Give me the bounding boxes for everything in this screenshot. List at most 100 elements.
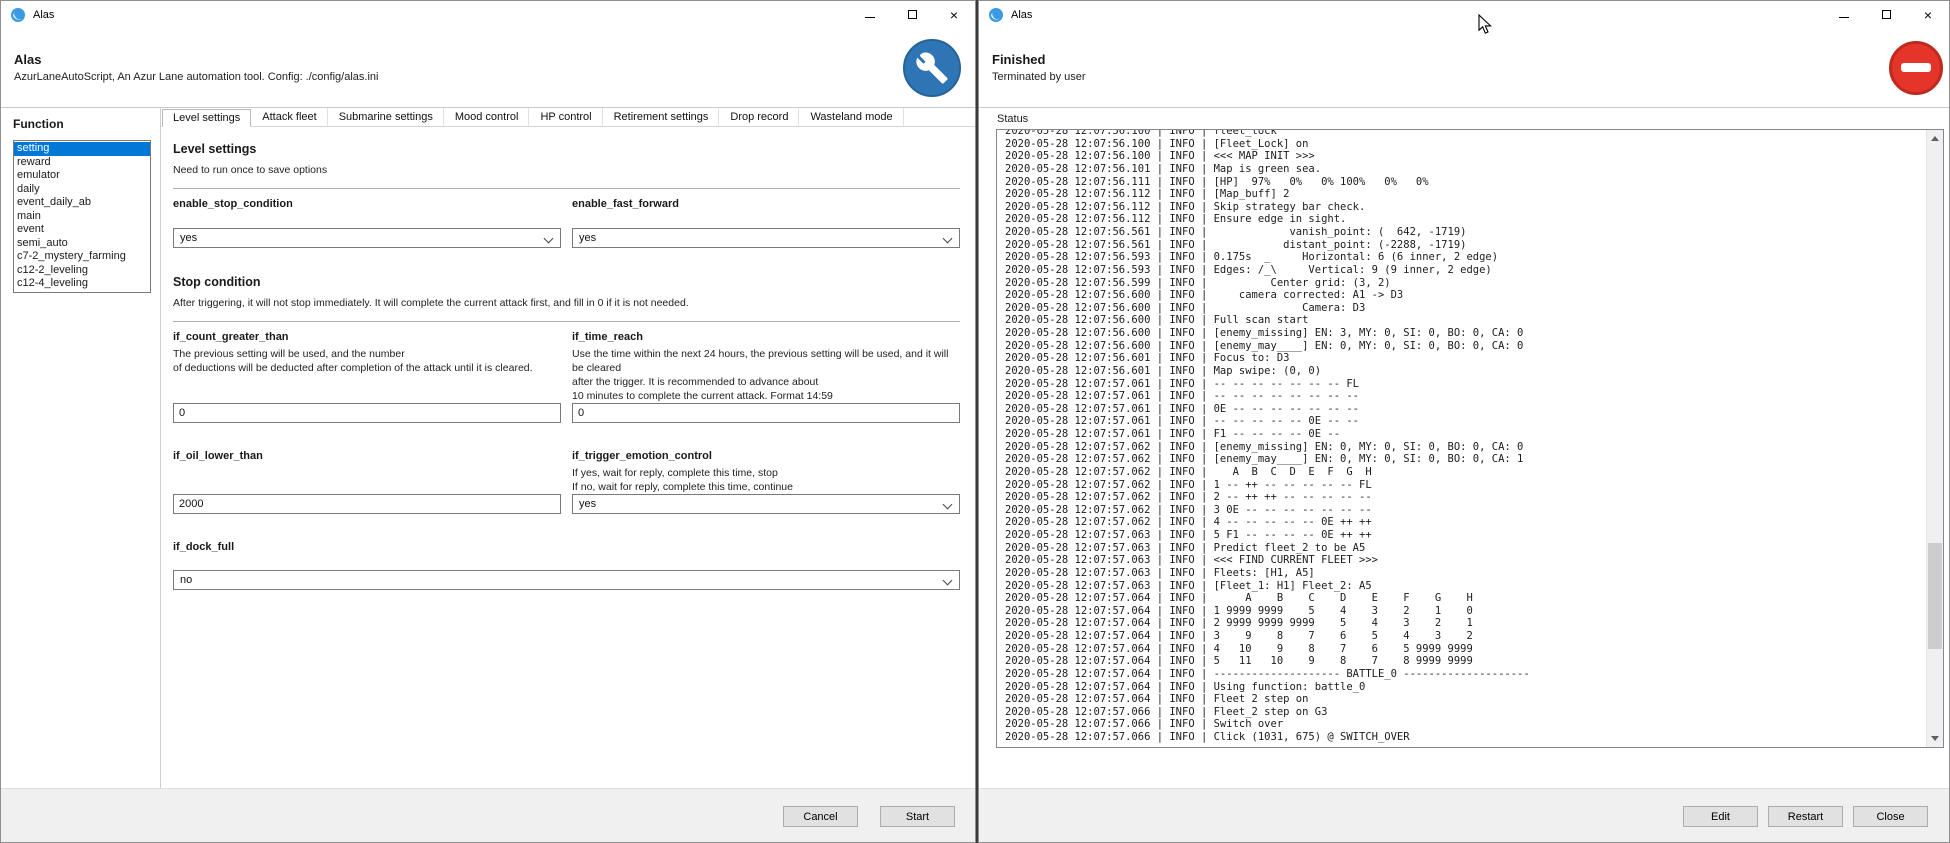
function-list: settingrewardemulatordailyevent_daily_ab… <box>13 140 151 293</box>
scroll-up-button[interactable] <box>1927 130 1943 147</box>
tab[interactable]: Level settings <box>162 109 251 127</box>
app-header: Alas AzurLaneAutoScript, An Azur Lane au… <box>1 28 975 108</box>
section-desc: Need to run once to save options <box>173 164 960 176</box>
log-line: 2020-05-28 12:07:56.601 | INFO | Map swi… <box>1005 365 1923 378</box>
if-trigger-emotion-control-dropdown[interactable]: yes <box>572 494 960 514</box>
log-line: 2020-05-28 12:07:56.100 | INFO | [Fleet_… <box>1005 138 1923 151</box>
scroll-down-button[interactable] <box>1927 730 1943 747</box>
tab[interactable]: Drop record <box>719 108 799 126</box>
function-list-item[interactable]: semi_auto <box>14 237 150 251</box>
log-line: 2020-05-28 12:07:56.601 | INFO | Focus t… <box>1005 352 1923 365</box>
log-line: 2020-05-28 12:07:57.064 | INFO | 2 9999 … <box>1005 617 1923 630</box>
enable-stop-condition-dropdown[interactable]: yes <box>173 228 561 248</box>
log-line: 2020-05-28 12:07:56.599 | INFO | Center … <box>1005 277 1923 290</box>
log-line: 2020-05-28 12:07:56.112 | INFO | Skip st… <box>1005 201 1923 214</box>
maximize-button[interactable] <box>1865 1 1907 28</box>
form-row-1: enable_stop_condition yes enable_fast_fo… <box>173 198 960 248</box>
log-line: 2020-05-28 12:07:57.066 | INFO | Click (… <box>1005 731 1923 744</box>
log-line: 2020-05-28 12:07:57.062 | INFO | 1 -- ++… <box>1005 479 1923 492</box>
minimize-button[interactable] <box>1823 1 1865 28</box>
tab[interactable]: Retirement settings <box>603 108 720 126</box>
log-line: 2020-05-28 12:07:57.061 | INFO | -- -- -… <box>1005 390 1923 403</box>
maximize-button[interactable] <box>891 1 933 28</box>
function-list-item[interactable]: main <box>14 210 150 224</box>
section-title-stop-condition: Stop condition <box>173 275 960 289</box>
function-list-item[interactable]: c12-2_leveling <box>14 264 150 278</box>
tab[interactable]: Attack fleet <box>251 108 327 126</box>
if-oil-lower-than-input[interactable] <box>173 494 561 514</box>
dropdown-value: yes <box>180 232 197 244</box>
log-lines: 2020-05-28 12:07:56.100 | INFO | fleet_l… <box>1005 129 1943 744</box>
log-line: 2020-05-28 12:07:57.063 | INFO | <<< FIN… <box>1005 554 1923 567</box>
run-status-title: Finished <box>992 52 1086 67</box>
edit-button[interactable]: Edit <box>1683 806 1758 827</box>
close-window-button[interactable]: Close <box>1853 806 1928 827</box>
start-button[interactable]: Start <box>880 806 955 827</box>
divider <box>173 321 960 322</box>
function-list-item[interactable]: event <box>14 223 150 237</box>
form-row-2: if_count_greater_than The previous setti… <box>173 331 960 423</box>
field-desc: The previous setting will be used, and t… <box>173 347 561 375</box>
enable-fast-forward-dropdown[interactable]: yes <box>572 228 960 248</box>
function-list-item[interactable]: c12-4_leveling <box>14 277 150 291</box>
log-footer: Edit Restart Close <box>979 788 1949 842</box>
function-list-item[interactable]: c7-2_mystery_farming <box>14 250 150 264</box>
log-line: 2020-05-28 12:07:57.064 | INFO | 4 10 9 … <box>1005 643 1923 656</box>
restart-button[interactable]: Restart <box>1768 806 1843 827</box>
minimize-button[interactable] <box>849 1 891 28</box>
close-button[interactable]: × <box>1907 1 1949 28</box>
log-line: 2020-05-28 12:07:57.062 | INFO | [enemy_… <box>1005 441 1923 454</box>
titlebar[interactable]: Alas × <box>1 1 975 28</box>
tab[interactable]: Submarine settings <box>328 108 444 126</box>
cancel-button[interactable]: Cancel <box>783 806 858 827</box>
log-line: 2020-05-28 12:07:57.062 | INFO | 4 -- --… <box>1005 516 1923 529</box>
scrollbar-thumb[interactable] <box>1928 543 1942 649</box>
field-desc: Use the time within the next 24 hours, t… <box>572 347 960 403</box>
log-line: 2020-05-28 12:07:57.064 | INFO | Using f… <box>1005 681 1923 694</box>
minimize-icon <box>1839 17 1849 18</box>
dropdown-value: yes <box>579 498 596 510</box>
log-line: 2020-05-28 12:07:57.061 | INFO | 0E -- -… <box>1005 403 1923 416</box>
section-desc: After triggering, it will not stop immed… <box>173 297 960 309</box>
scroll-down-icon <box>1931 736 1939 741</box>
alas-log-window: Alas × Finished Terminated by user Statu… <box>978 0 1950 843</box>
caption-buttons: × <box>849 1 975 28</box>
tab[interactable]: Mood control <box>444 108 530 126</box>
log-line: 2020-05-28 12:07:56.112 | INFO | [Map_bu… <box>1005 188 1923 201</box>
log-line: 2020-05-28 12:07:57.063 | INFO | 5 F1 --… <box>1005 529 1923 542</box>
log-line: 2020-05-28 12:07:56.100 | INFO | fleet_l… <box>1005 129 1923 138</box>
log-output[interactable]: 2020-05-28 12:07:56.100 | INFO | fleet_l… <box>996 129 1944 748</box>
log-scrollbar[interactable] <box>1926 130 1943 747</box>
if-count-greater-than-input[interactable] <box>173 403 561 423</box>
field-label-enable-fast-forward: enable_fast_forward <box>572 198 960 210</box>
status-label: Status <box>997 113 1028 125</box>
log-line: 2020-05-28 12:07:56.593 | INFO | 0.175s … <box>1005 251 1923 264</box>
status-section: Status 2020-05-28 12:07:56.100 | INFO | … <box>979 108 1949 788</box>
if-dock-full-dropdown[interactable]: no <box>173 570 960 590</box>
log-line: 2020-05-28 12:07:56.112 | INFO | Ensure … <box>1005 213 1923 226</box>
app-header: Finished Terminated by user <box>979 28 1949 108</box>
titlebar[interactable]: Alas × <box>979 1 1949 28</box>
dropdown-value: yes <box>579 232 596 244</box>
log-line: 2020-05-28 12:07:57.064 | INFO | -------… <box>1005 668 1923 681</box>
log-line: 2020-05-28 12:07:57.064 | INFO | Fleet 2… <box>1005 693 1923 706</box>
function-list-item[interactable]: setting <box>14 142 150 156</box>
function-list-item[interactable]: daily <box>14 183 150 197</box>
run-status-subtitle: Terminated by user <box>992 71 1086 83</box>
chevron-down-icon <box>943 234 953 244</box>
function-list-item[interactable]: reward <box>14 156 150 170</box>
field-label-if-count-greater-than: if_count_greater_than <box>173 331 561 343</box>
close-button[interactable]: × <box>933 1 975 28</box>
stop-bar-icon <box>1901 63 1931 72</box>
if-time-reach-input[interactable] <box>572 403 960 423</box>
log-line: 2020-05-28 12:07:57.066 | INFO | Switch … <box>1005 718 1923 731</box>
function-list-item[interactable]: emulator <box>14 169 150 183</box>
log-line: 2020-05-28 12:07:57.061 | INFO | -- -- -… <box>1005 415 1923 428</box>
field-desc: If yes, wait for reply, complete this ti… <box>572 466 960 494</box>
field-label-if-dock-full: if_dock_full <box>173 541 960 553</box>
log-line: 2020-05-28 12:07:57.064 | INFO | 1 9999 … <box>1005 605 1923 618</box>
tab[interactable]: Wasteland mode <box>799 108 903 126</box>
chevron-down-icon <box>943 576 953 586</box>
tab[interactable]: HP control <box>529 108 602 126</box>
function-list-item[interactable]: event_daily_ab <box>14 196 150 210</box>
